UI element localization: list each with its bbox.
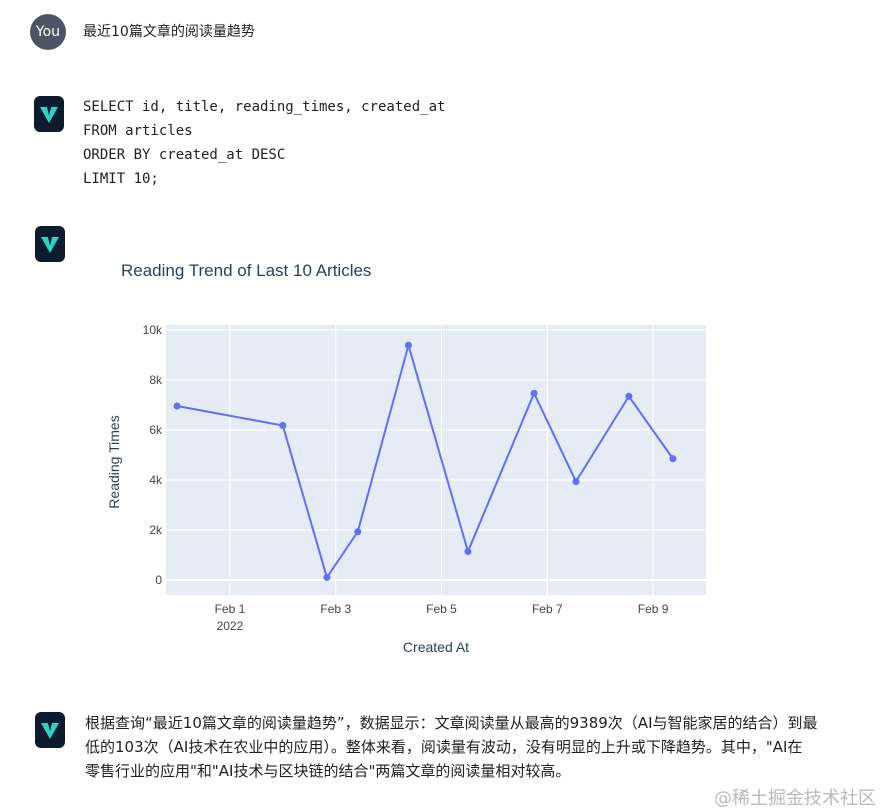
y-tick-label: 2k [149, 523, 163, 537]
y-tick-label: 8k [149, 373, 163, 387]
y-tick-label: 0 [155, 573, 162, 587]
reading-trend-chart: Reading Trend of Last 10 Articles 0 2k 4k 6… [100, 250, 720, 670]
answer-line: 根据查询“最近10篇文章的阅读量趋势”，数据显示：文章阅读量从最高的9389次（… [85, 714, 818, 732]
data-point [279, 422, 287, 429]
x-tick-label: Feb 9 [638, 602, 669, 616]
answer-text: 根据查询“最近10篇文章的阅读量趋势”，数据显示：文章阅读量从最高的9389次（… [85, 711, 865, 783]
y-tick-label: 4k [149, 473, 163, 487]
watermark: @稀土掘金技术社区 [714, 788, 876, 809]
x-tick-label: Feb 7 [532, 602, 563, 616]
sql-code-block: SELECT id, title, reading_times, created… [83, 95, 445, 191]
data-point [572, 478, 580, 485]
user-message-text: 最近10篇文章的阅读量趋势 [83, 24, 255, 40]
y-tick-label: 6k [149, 423, 163, 437]
answer-line: 低的103次（AI技术在农业中的应用）。整体来看，阅读量有波动，没有明显的上升或… [85, 738, 803, 756]
data-point [625, 392, 633, 400]
chart-svg: Reading Trend of Last 10 Articles 0 2k 4k 6… [106, 261, 706, 655]
data-point [669, 455, 677, 463]
assistant-logo-icon [34, 96, 64, 132]
plot-area [166, 325, 706, 595]
data-point [354, 528, 362, 536]
data-point [464, 548, 472, 555]
sql-line: FROM articles [83, 123, 193, 139]
y-tick-label: 10k [143, 323, 163, 337]
answer-line: 零售行业的应用"和"AI技术与区块链的结合"两篇文章的阅读量相对较高。 [85, 762, 571, 780]
data-point [404, 341, 412, 349]
x-tick-label: Feb 5 [426, 602, 457, 616]
y-axis-title: Reading Times [106, 415, 122, 508]
user-avatar: You [30, 14, 66, 50]
x-axis-title: Created At [403, 639, 469, 655]
sql-line: LIMIT 10; [83, 171, 159, 187]
data-point [530, 389, 538, 397]
assistant-logo-icon [35, 712, 65, 748]
chart-title: Reading Trend of Last 10 Articles [121, 261, 371, 280]
x-tick-year-label: 2022 [217, 619, 244, 633]
sql-line: ORDER BY created_at DESC [83, 147, 286, 163]
x-tick-label: Feb 1 [215, 602, 246, 616]
data-point [173, 402, 181, 410]
assistant-logo-icon [35, 226, 65, 262]
data-point [323, 573, 331, 581]
x-tick-label: Feb 3 [320, 602, 351, 616]
sql-line: SELECT id, title, reading_times, created… [83, 99, 446, 115]
